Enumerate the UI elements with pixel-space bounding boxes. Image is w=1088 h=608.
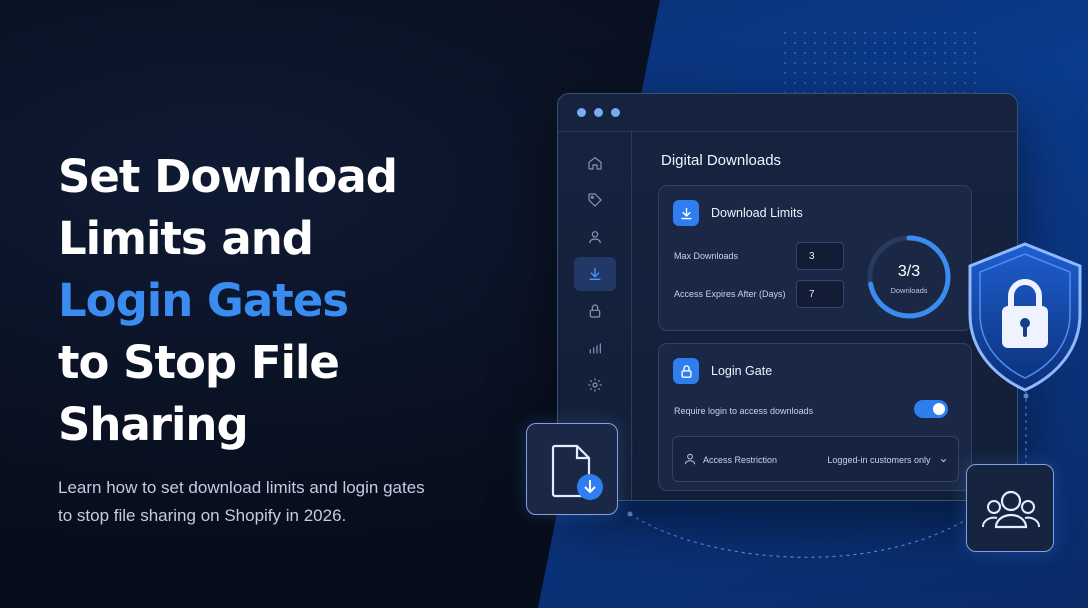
sidebar-item-home[interactable]	[574, 146, 616, 180]
app-window: Digital Downloads Download Limits Max Do…	[557, 93, 1018, 501]
headline-accent: Login Gates	[58, 274, 349, 327]
access-restriction-value: Logged-in customers only	[827, 455, 948, 465]
user-icon	[588, 231, 601, 244]
hero-headline: Set Download Limits and Login Gates to S…	[58, 146, 538, 456]
download-limits-card: Download Limits Max Downloads 3 Access E…	[658, 185, 972, 331]
users-card	[966, 464, 1054, 552]
sidebar-item-tags[interactable]	[574, 183, 616, 217]
require-login-label: Require login to access downloads	[674, 406, 814, 416]
ring-caption: Downloads	[890, 286, 928, 295]
subtitle-line-2: to stop file sharing on Shopify in 2026.	[58, 506, 347, 525]
login-gate-card: Login Gate Require login to access downl…	[658, 343, 972, 491]
lock-icon	[589, 304, 600, 318]
login-gate-title: Login Gate	[711, 364, 773, 378]
main-content: Digital Downloads Download Limits Max Do…	[632, 132, 1017, 500]
sidebar-item-security[interactable]	[574, 294, 616, 328]
page-title: Digital Downloads	[661, 152, 782, 169]
user-icon	[684, 453, 696, 465]
sidebar-item-downloads[interactable]	[573, 257, 616, 291]
login-gate-header: Login Gate	[673, 358, 772, 384]
download-icon	[589, 268, 600, 280]
subtitle-line-1: Learn how to set download limits and log…	[58, 478, 425, 497]
file-download-icon	[551, 444, 603, 500]
window-dot-1[interactable]	[577, 108, 586, 117]
sidebar-item-customers[interactable]	[574, 220, 616, 254]
chevron-down-icon	[940, 459, 947, 463]
expires-after-label: Access Expires After (Days)	[674, 289, 786, 299]
login-gate-icon-box	[673, 358, 699, 384]
window-dot-3[interactable]	[611, 108, 620, 117]
access-restriction-select[interactable]: Access Restriction Logged-in customers o…	[672, 436, 959, 482]
ring-value: 3/3	[897, 263, 921, 280]
settings-icon	[587, 378, 602, 392]
access-restriction-label: Access Restriction	[703, 455, 778, 465]
window-dot-2[interactable]	[594, 108, 603, 117]
access-restriction-selected: Logged-in customers only	[827, 455, 931, 465]
headline-line-2: Limits and	[58, 212, 314, 265]
download-limits-icon-box	[673, 200, 699, 226]
download-icon	[681, 207, 691, 219]
hero-subtitle: Learn how to set download limits and log…	[58, 474, 478, 530]
lock-icon	[680, 364, 692, 378]
users-group-icon	[982, 490, 1040, 529]
tag-icon	[587, 193, 602, 207]
download-limits-header: Download Limits	[673, 200, 803, 226]
bar-chart-icon	[589, 343, 601, 354]
hero-section: Set Download Limits and Login Gates to S…	[58, 146, 538, 530]
headline-line-1: Set Download	[58, 150, 398, 203]
security-shield-icon	[968, 242, 1082, 392]
file-download-card	[526, 423, 618, 515]
max-downloads-input[interactable]: 3	[796, 242, 844, 270]
sidebar-item-settings[interactable]	[574, 368, 616, 402]
download-limits-title: Download Limits	[711, 206, 803, 220]
toggle-knob	[933, 403, 945, 415]
expires-after-input[interactable]: 7	[796, 280, 844, 308]
headline-line-4: to Stop File Sharing	[58, 336, 340, 451]
window-titlebar	[558, 94, 1017, 132]
max-downloads-label: Max Downloads	[674, 251, 739, 261]
home-icon	[587, 156, 602, 170]
require-login-toggle[interactable]	[914, 400, 948, 418]
sidebar-item-analytics[interactable]	[574, 331, 616, 365]
